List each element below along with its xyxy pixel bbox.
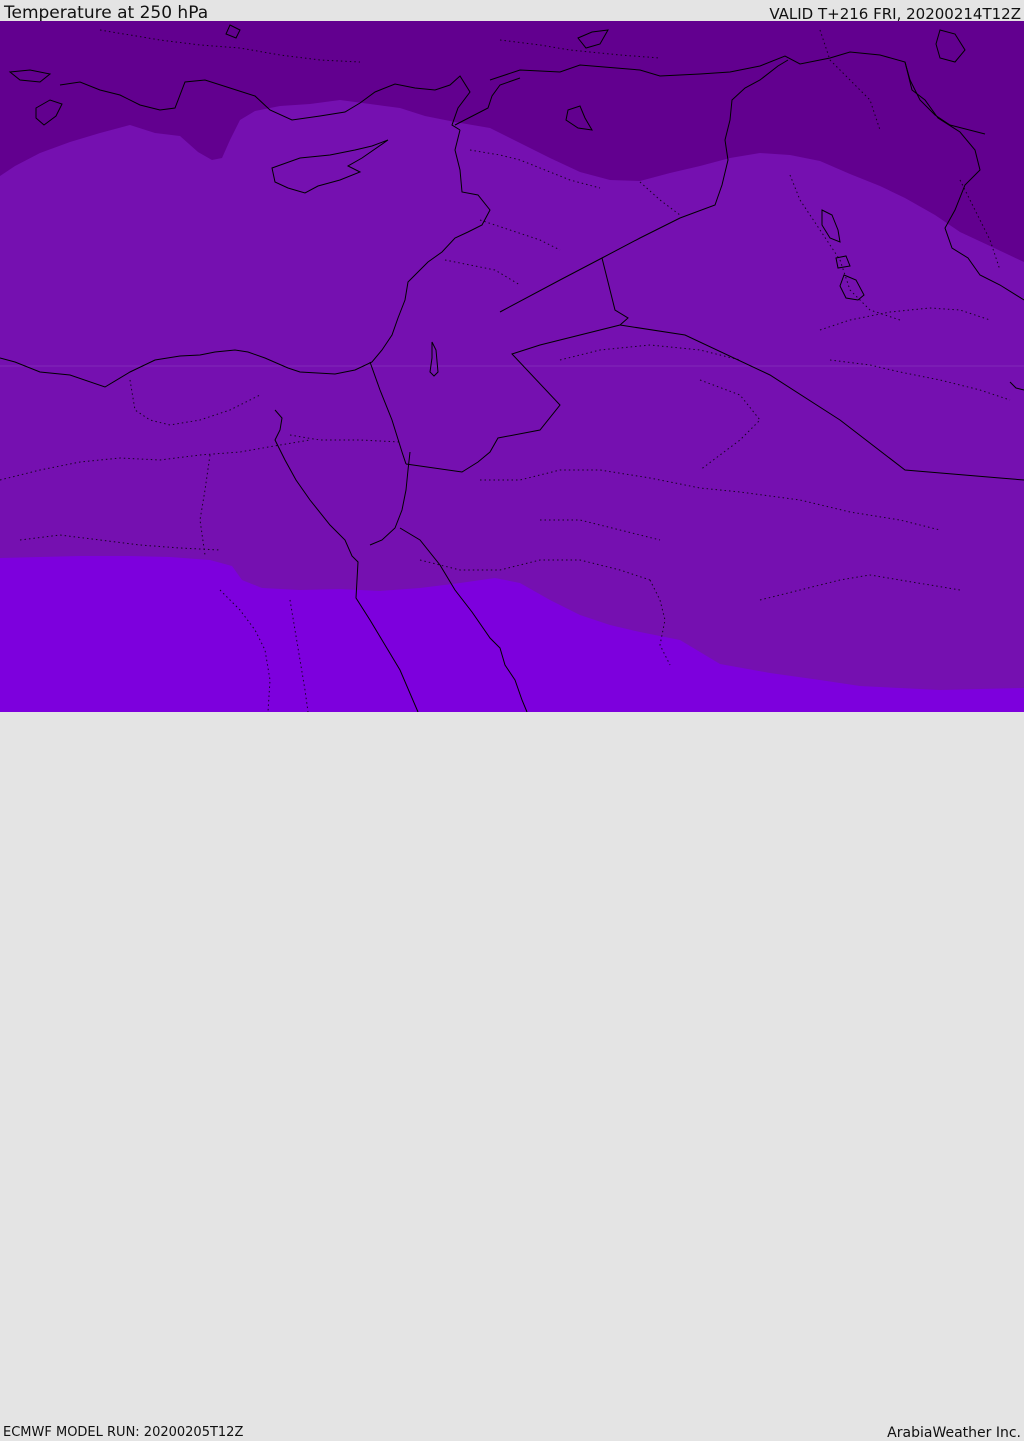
header-bar: Temperature at 250 hPa VALID T+216 FRI, …	[0, 0, 1024, 23]
footer-bar: ECMWF MODEL RUN: 20200205T12Z ArabiaWeat…	[0, 712, 1024, 1441]
temperature-map	[0, 21, 1024, 712]
credit-label: ArabiaWeather Inc.	[887, 1425, 1021, 1441]
map-title: Temperature at 250 hPa	[4, 3, 209, 23]
model-run-label: ECMWF MODEL RUN: 20200205T12Z	[3, 1425, 244, 1440]
